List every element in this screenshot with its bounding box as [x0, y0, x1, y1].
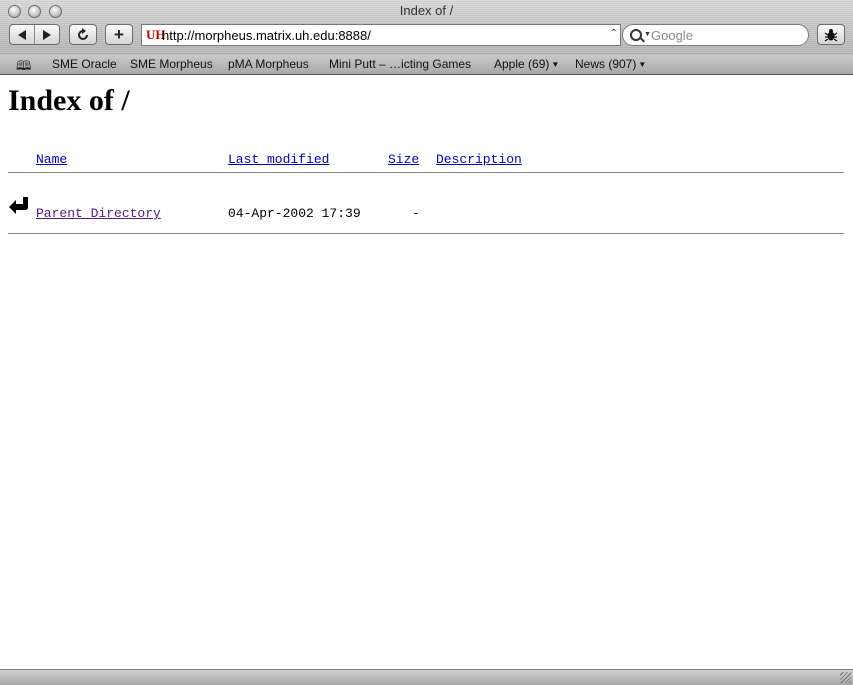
sort-by-size-link[interactable]: Size	[388, 152, 419, 167]
add-bookmark-button[interactable]: +	[105, 24, 133, 45]
resize-grip-icon[interactable]	[840, 672, 851, 683]
reload-button[interactable]	[69, 24, 97, 45]
forward-button[interactable]	[35, 25, 59, 44]
back-button[interactable]	[10, 25, 34, 44]
reload-icon	[78, 27, 88, 40]
page-content: Index of / Name Last modified Size Descr…	[0, 75, 853, 669]
window-toolbar: Index of / + UH http://morpheus.matrix.u…	[0, 0, 853, 55]
search-icon	[630, 29, 642, 41]
bookmarks-bar: 🕮 SME Oracle SME Morpheus pMA Morpheus M…	[0, 55, 853, 75]
bookmark-folder-news[interactable]: News (907) ▼	[575, 57, 646, 71]
browser-window: Index of / + UH http://morpheus.matrix.u…	[0, 0, 853, 685]
parent-directory-icon	[9, 197, 28, 214]
back-arrow-icon	[18, 29, 26, 40]
back-forward-group	[9, 24, 60, 45]
search-placeholder: Google	[651, 28, 693, 43]
address-bar[interactable]: UH http://morpheus.matrix.uh.edu:8888/ ⌃	[141, 24, 621, 46]
bookmark-folder-label: Apple (69)	[494, 57, 550, 71]
footer-divider	[8, 233, 844, 234]
search-field[interactable]: ▼ Google	[622, 24, 809, 46]
bookmark-sme-oracle[interactable]: SME Oracle	[52, 57, 117, 71]
bug-report-button[interactable]	[817, 24, 845, 45]
sort-by-description-link[interactable]: Description	[436, 152, 522, 167]
search-menu-caret-icon: ▼	[644, 31, 651, 38]
bookmark-folder-label: News (907)	[575, 57, 637, 71]
chevron-down-icon: ▼	[551, 60, 560, 69]
snapback-icon[interactable]: ⌃	[610, 28, 618, 39]
bookmark-pma-morpheus[interactable]: pMA Morpheus	[228, 57, 309, 71]
add-label: +	[114, 25, 124, 44]
window-title: Index of /	[399, 3, 454, 18]
bug-report-icon	[824, 28, 838, 41]
sort-by-last-modified-link[interactable]: Last modified	[228, 152, 329, 167]
last-modified-value: 04-Apr-2002 17:39	[228, 206, 361, 221]
status-bar	[0, 669, 853, 685]
forward-arrow-icon	[42, 29, 51, 40]
bookmark-mini-putt[interactable]: Mini Putt – …icting Games	[329, 57, 471, 71]
bookmark-folder-apple[interactable]: Apple (69) ▼	[494, 57, 559, 71]
chevron-down-icon: ▼	[638, 60, 647, 69]
sort-by-name-link[interactable]: Name	[36, 152, 67, 167]
page-title: Index of /	[8, 84, 130, 117]
address-text: http://morpheus.matrix.uh.edu:8888/	[162, 28, 371, 43]
size-value: -	[412, 206, 420, 221]
header-divider	[8, 172, 844, 173]
parent-directory-link[interactable]: Parent Directory	[36, 206, 161, 221]
bookmark-sme-morpheus[interactable]: SME Morpheus	[130, 57, 213, 71]
